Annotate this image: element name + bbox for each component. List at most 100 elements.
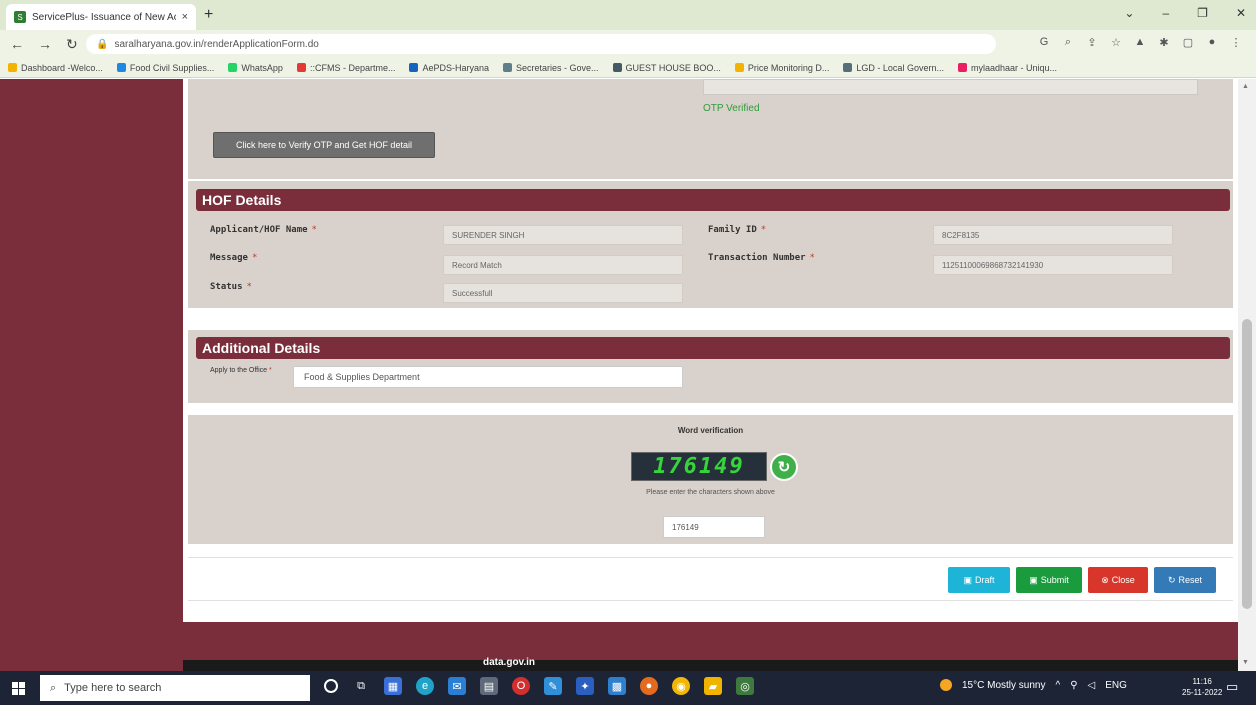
apply-office-field[interactable]: Food & Supplies Department [293, 366, 683, 388]
edge-icon[interactable]: e [416, 677, 434, 695]
refresh-captcha-icon[interactable]: ↻ [770, 453, 798, 481]
menu-dots-icon[interactable]: ⋮ [1230, 36, 1242, 49]
reset-icon: ↻ [1167, 574, 1176, 585]
restore-button[interactable]: ❐ [1197, 6, 1208, 20]
calculator-icon[interactable]: ▤ [480, 677, 498, 695]
photos-icon[interactable]: ▩ [608, 677, 626, 695]
network-icon[interactable]: ⚲ [1070, 680, 1077, 691]
apply-office-label: Apply to the Office * [210, 367, 272, 374]
opera-icon[interactable]: O [512, 677, 530, 695]
draft-button[interactable]: ▣ Draft [948, 567, 1010, 593]
save-icon: ▣ [1029, 574, 1038, 585]
bookmark-item[interactable]: Price Monitoring D... [734, 63, 829, 73]
profile-avatar-icon[interactable]: ● [1206, 36, 1218, 48]
window-controls: ⌄ – ❐ ✕ [1124, 6, 1246, 20]
bookmark-star-icon[interactable]: ☆ [1110, 36, 1122, 49]
reload-icon[interactable]: ↻ [66, 36, 78, 53]
bookmark-item[interactable]: GUEST HOUSE BOO... [612, 63, 721, 73]
bookmark-favicon-icon [409, 63, 419, 72]
google-icon[interactable]: G [1038, 36, 1050, 48]
left-sidebar [0, 79, 183, 671]
scrollbar-thumb[interactable] [1242, 319, 1252, 609]
bookmark-favicon-icon [116, 63, 126, 72]
feather-icon[interactable]: ✦ [576, 677, 594, 695]
bookmark-item[interactable]: Secretaries - Gove... [503, 63, 599, 73]
submit-button[interactable]: ▣ Submit [1016, 567, 1082, 593]
taskbar-clock[interactable]: 11:16 25-11-2022 [1182, 676, 1222, 698]
additional-details-header: Additional Details [196, 337, 1230, 359]
windows-start-icon[interactable] [12, 682, 25, 695]
paint-icon[interactable]: ✎ [544, 677, 562, 695]
bookmark-item[interactable]: Dashboard -Welco... [8, 63, 103, 73]
chrome-icon[interactable]: ◉ [672, 677, 690, 695]
minimize-button[interactable]: – [1162, 6, 1169, 20]
otp-field[interactable] [703, 79, 1198, 95]
message-field[interactable]: Record Match [443, 255, 683, 275]
scroll-down-icon[interactable]: ▼ [1242, 659, 1249, 666]
bookmark-favicon-icon [734, 63, 744, 72]
cortana-icon[interactable] [324, 679, 338, 693]
page-scrollbar[interactable]: ▲ ▼ [1238, 79, 1256, 671]
sidepanel-icon[interactable]: ▢ [1182, 36, 1194, 49]
bookmark-item[interactable]: mylaadhaar - Uniqu... [957, 63, 1057, 73]
tray-chevron-icon[interactable]: ^ [1055, 680, 1060, 691]
bookmark-item[interactable]: Food Civil Supplies... [116, 63, 214, 73]
volume-icon[interactable]: ◁ [1088, 680, 1096, 691]
web-page: OTP Verified Click here to Verify OTP an… [0, 79, 1256, 671]
extension-puzzle-icon[interactable]: ✱ [1158, 36, 1170, 49]
browser-tab[interactable]: S ServicePlus- Issuance of New Ac × [6, 4, 196, 30]
address-bar-row: ← → ↻ 🔒 saralharyana.gov.in/renderApplic… [0, 30, 1256, 58]
new-tab-button[interactable]: + [204, 6, 213, 24]
form-content: OTP Verified Click here to Verify OTP an… [183, 79, 1238, 671]
word-verification-title: Word verification [677, 426, 744, 435]
store-icon[interactable]: ▦ [384, 677, 402, 695]
bookmark-item[interactable]: AePDS-Haryana [409, 63, 489, 73]
tab-title: ServicePlus- Issuance of New Ac [32, 11, 176, 23]
bookmark-item[interactable]: LGD - Local Govern... [843, 63, 944, 73]
taskbar-search-box[interactable]: ⌕ Type here to search [40, 675, 310, 701]
status-field[interactable]: Successfull [443, 283, 683, 303]
weather-icon[interactable] [940, 679, 952, 691]
verify-otp-button[interactable]: Click here to Verify OTP and Get HOF det… [213, 132, 435, 158]
share-icon[interactable]: ⇪ [1086, 36, 1098, 49]
extension-icon[interactable]: ▲ [1134, 36, 1146, 48]
weather-text[interactable]: 15°C Mostly sunny [962, 680, 1045, 691]
taskbar-search-placeholder: Type here to search [64, 682, 162, 694]
reset-button[interactable]: ↻ Reset [1154, 567, 1216, 593]
close-button[interactable]: ⊗ Close [1088, 567, 1148, 593]
scroll-up-icon[interactable]: ▲ [1242, 83, 1249, 90]
transaction-number-field[interactable]: 11251100069868732141930 [933, 255, 1173, 275]
action-bar: ▣ Draft ▣ Submit ⊗ Close ↻ Reset [188, 557, 1233, 601]
close-window-button[interactable]: ✕ [1236, 6, 1246, 20]
url-field[interactable]: 🔒 saralharyana.gov.in/renderApplicationF… [86, 34, 996, 54]
url-text: saralharyana.gov.in/renderApplicationFor… [114, 38, 319, 50]
save-icon: ▣ [963, 574, 972, 585]
applicant-name-label: Applicant/HOF Name * [210, 225, 317, 235]
system-tray: 15°C Mostly sunny ^ ⚲ ◁ ENG [940, 679, 1127, 691]
firefox-icon[interactable]: ● [640, 677, 658, 695]
language-indicator[interactable]: ENG [1105, 680, 1127, 691]
family-id-field[interactable]: 8C2F8135 [933, 225, 1173, 245]
files-icon[interactable]: ▰ [704, 677, 722, 695]
notification-icon[interactable]: ▭ [1226, 679, 1238, 695]
zoom-icon[interactable]: ⌕ [1062, 36, 1074, 48]
task-view-icon[interactable]: ⧉ [352, 677, 370, 695]
forward-arrow-icon[interactable]: → [38, 36, 52, 52]
taskbar-pinned-apps: ⧉ ▦ e ✉ ▤ O ✎ ✦ ▩ ● ◉ ▰ ◎ [324, 677, 754, 695]
applicant-name-field[interactable]: SURENDER SINGH [443, 225, 683, 245]
bookmark-favicon-icon [8, 63, 17, 72]
tab-search-icon[interactable]: ⌄ [1124, 6, 1134, 20]
back-arrow-icon[interactable]: ← [10, 36, 24, 52]
search-icon: ⌕ [50, 681, 57, 694]
mail-icon[interactable]: ✉ [448, 677, 466, 695]
otp-verified-text: OTP Verified [703, 103, 760, 114]
captcha-input[interactable]: 176149 [663, 516, 765, 538]
chrome-active-icon[interactable]: ◎ [736, 677, 754, 695]
tab-close-icon[interactable]: × [182, 11, 188, 23]
transaction-number-label: Transaction Number * [708, 253, 815, 263]
hof-details-header: HOF Details [196, 189, 1230, 211]
bookmark-item[interactable]: WhatsApp [228, 63, 283, 73]
bookmark-item[interactable]: ::CFMS - Departme... [296, 63, 395, 73]
footer-logos[interactable]: data.gov.in [483, 657, 535, 668]
clock-date: 25-11-2022 [1182, 688, 1223, 697]
